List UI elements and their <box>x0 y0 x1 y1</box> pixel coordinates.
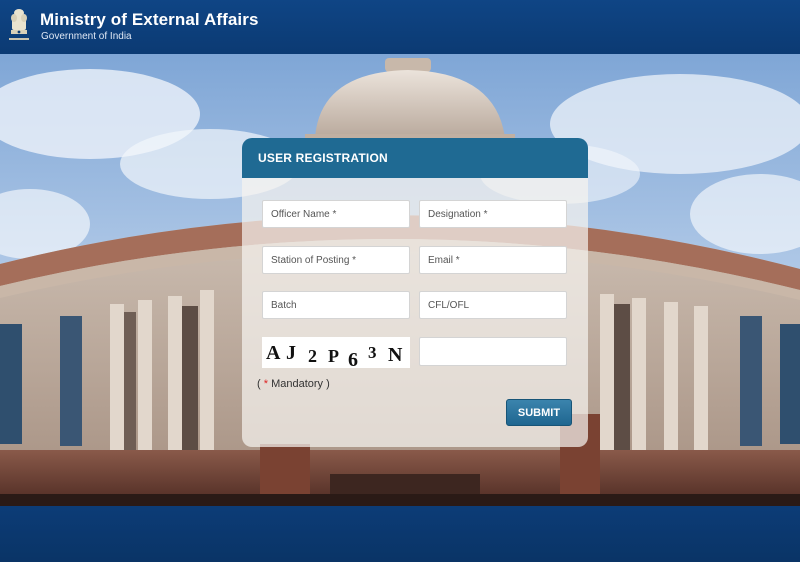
cfl-ofl-input[interactable] <box>419 291 567 319</box>
email-input[interactable] <box>419 246 567 274</box>
site-header: Ministry of External Affairs Government … <box>0 0 800 54</box>
site-title: Ministry of External Affairs <box>40 10 259 29</box>
national-emblem-icon <box>6 6 32 46</box>
captcha-image: AJ2P63N <box>262 337 410 368</box>
officer-name-input[interactable] <box>262 200 410 228</box>
site-subtitle: Government of India <box>41 31 132 42</box>
station-of-posting-input[interactable] <box>262 246 410 274</box>
mandatory-note: ( * Mandatory ) <box>257 378 330 390</box>
designation-input[interactable] <box>419 200 567 228</box>
captcha-char: N <box>388 344 403 366</box>
panel-title: USER REGISTRATION <box>258 151 388 165</box>
panel-header: USER REGISTRATION <box>242 138 588 178</box>
captcha-char: J <box>286 342 296 364</box>
submit-button[interactable]: SUBMIT <box>506 399 572 426</box>
mandatory-open: ( <box>257 378 261 390</box>
mandatory-text: Mandatory ) <box>268 378 330 390</box>
captcha-char: 6 <box>348 349 358 368</box>
captcha-input[interactable] <box>419 337 567 366</box>
batch-input[interactable] <box>262 291 410 319</box>
captcha-char: 3 <box>368 343 377 362</box>
captcha-char: A <box>266 342 281 364</box>
site-footer <box>0 506 800 562</box>
captcha-char: 2 <box>308 346 317 366</box>
captcha-char: P <box>328 346 339 366</box>
